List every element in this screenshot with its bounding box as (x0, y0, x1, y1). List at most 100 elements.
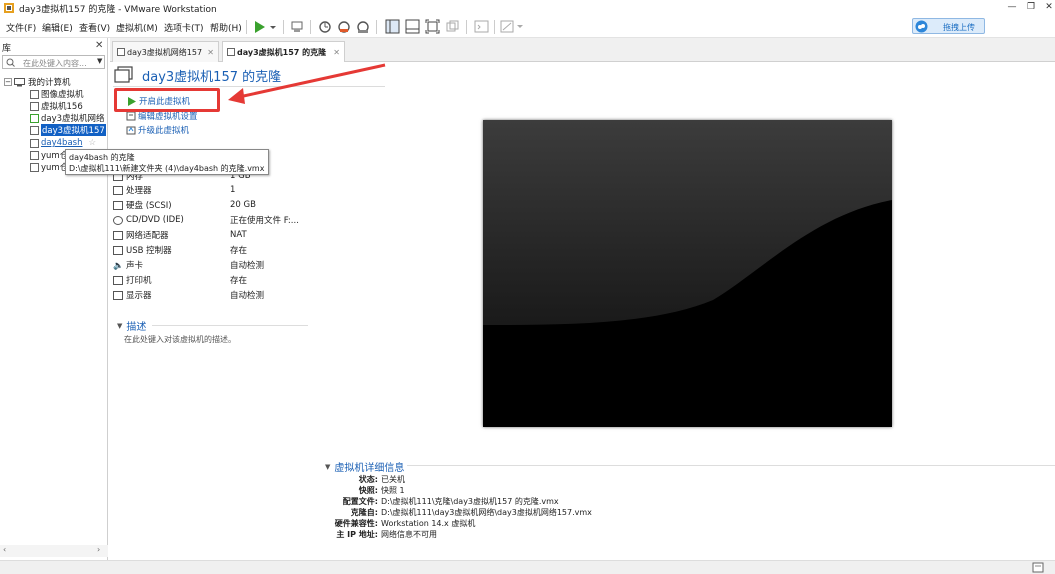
star-icon[interactable]: ☆ (88, 138, 96, 148)
annotation-arrow (228, 63, 386, 104)
tooltip-name: day4bash 的克隆 (69, 153, 135, 162)
tree-item-label: day3虚拟机157 (41, 124, 106, 136)
device-value: 存在 (230, 276, 248, 286)
cloud-icon (915, 20, 928, 33)
power-on-icon[interactable] (253, 20, 277, 34)
device-name: 声卡 (126, 261, 144, 271)
menu-help[interactable]: 帮助(H) (210, 21, 242, 34)
details-header[interactable]: ▼ 虚拟机详细信息 (325, 459, 405, 475)
device-row-cpu[interactable]: 处理器 1 (113, 183, 308, 197)
message-log-icon[interactable] (1032, 562, 1044, 573)
device-name: CD/DVD (IDE) (126, 215, 184, 225)
minimize-icon[interactable]: — (1003, 0, 1021, 14)
device-name: 网络适配器 (126, 231, 169, 241)
description-title: 描述 (126, 322, 147, 333)
send-ctrl-alt-del-icon[interactable] (290, 20, 304, 34)
network-icon (113, 230, 123, 240)
vm-preview[interactable] (483, 120, 892, 427)
tab-close-icon[interactable]: ✕ (207, 48, 214, 57)
device-value: 存在 (230, 246, 248, 256)
device-row-display[interactable]: 显示器 自动检测 (113, 288, 308, 302)
scroll-left-icon[interactable]: ‹ (3, 545, 6, 554)
snapshot-icon[interactable] (318, 20, 332, 34)
device-value: 1 (230, 185, 236, 195)
device-name: 显示器 (126, 291, 152, 301)
device-name: 硬盘 (SCSI) (126, 201, 172, 211)
device-row-usb[interactable]: USB 控制器 存在 (113, 243, 308, 257)
collapse-arrow-icon[interactable]: ▼ (325, 463, 330, 471)
tab-vm-network-157[interactable]: day3虚拟机网络157 ✕ (112, 41, 219, 62)
tree-item[interactable]: 虚拟机156 (30, 100, 83, 112)
usb-icon (113, 245, 123, 255)
device-name: USB 控制器 (126, 246, 172, 256)
library-scrollbar[interactable]: ‹ › (0, 545, 108, 557)
tree-item[interactable]: yum仓 (30, 161, 68, 173)
tree-item-selected[interactable]: day3虚拟机157 (30, 124, 108, 136)
tree-root[interactable]: − 我的计算机 (0, 76, 71, 88)
thumbnail-view-icon[interactable] (405, 19, 420, 34)
search-dropdown-icon[interactable]: ▼ (97, 57, 102, 65)
tab-label: day3虚拟机157 的克隆 (237, 47, 327, 57)
tab-label: day3虚拟机网络157 (127, 47, 203, 57)
tree-item[interactable]: 图像虚拟机 (30, 88, 84, 100)
details-title: 虚拟机详细信息 (334, 463, 405, 474)
snapshot-manager-icon[interactable] (356, 20, 370, 34)
device-row-disk[interactable]: 硬盘 (SCSI) 20 GB (113, 198, 308, 212)
menu-toolbar: 文件(F) 编辑(E) 查看(V) 虚拟机(M) 选项卡(T) 帮助(H) 拖拽… (0, 16, 1055, 38)
upgrade-link[interactable]: 升级此虚拟机 (126, 124, 189, 136)
device-value: 自动检测 (230, 261, 265, 271)
upload-button[interactable]: 拖拽上传 (912, 18, 985, 34)
device-row-cd[interactable]: CD/DVD (IDE) 正在使用文件 F:... (113, 213, 308, 227)
tree-item-label: day3虚拟机网络 (41, 114, 105, 124)
detail-ip: 主 IP 地址: 网络信息不可用 (336, 530, 437, 539)
device-row-printer[interactable]: 打印机 存在 (113, 273, 308, 287)
library-close-icon[interactable]: ✕ (95, 40, 103, 51)
vm-icon (30, 89, 39, 99)
unity-icon[interactable] (445, 19, 460, 34)
menu-vm[interactable]: 虚拟机(M) (116, 21, 158, 34)
vmware-logo-icon (4, 3, 14, 13)
description-text[interactable]: 在此处键入对该虚拟机的描述。 (124, 334, 236, 345)
revert-snapshot-icon[interactable] (337, 20, 351, 34)
vm-icon (227, 48, 235, 56)
stretch-guest-icon[interactable] (500, 19, 524, 34)
detail-cloned-from: 克隆自: D:\虚拟机111\day3虚拟机网络\day3虚拟机网络157.vmx (350, 508, 592, 517)
device-value: 20 GB (230, 200, 256, 210)
console-icon[interactable] (474, 19, 489, 34)
menu-edit[interactable]: 编辑(E) (42, 21, 73, 34)
fullscreen-icon[interactable] (425, 19, 440, 34)
disk-icon (113, 200, 123, 210)
device-row-network[interactable]: 网络适配器 NAT (113, 228, 308, 242)
description-header[interactable]: ▼ 描述 (117, 318, 147, 334)
toolbar-separator (246, 20, 247, 34)
close-window-icon[interactable]: ✕ (1040, 0, 1055, 14)
collapse-icon[interactable]: − (4, 78, 12, 86)
restore-icon[interactable]: ❐ (1022, 0, 1040, 14)
tree-item-label: 虚拟机156 (41, 102, 83, 112)
menu-file[interactable]: 文件(F) (6, 21, 36, 34)
cpu-icon (113, 185, 123, 195)
scroll-right-icon[interactable]: › (97, 545, 100, 554)
vm-icon (117, 48, 125, 56)
settings-icon (126, 111, 136, 121)
toolbar-separator (376, 20, 377, 34)
menu-tabs[interactable]: 选项卡(T) (164, 21, 204, 34)
divider (407, 465, 1055, 466)
collapse-arrow-icon[interactable]: ▼ (117, 322, 122, 330)
toolbar-separator (310, 20, 311, 34)
vm-clone-icon (30, 138, 39, 148)
menu-view[interactable]: 查看(V) (79, 21, 110, 34)
vm-icon (30, 162, 39, 172)
device-value: NAT (230, 230, 247, 240)
tree-item[interactable]: day3虚拟机网络 (30, 112, 108, 124)
library-search-input[interactable]: 在此处键入内容... ▼ (2, 55, 105, 69)
tab-close-icon[interactable]: ✕ (333, 48, 340, 57)
status-bar (0, 560, 1055, 574)
tree-item[interactable]: yum仓 (30, 149, 68, 161)
tree-item-hover[interactable]: day4bash ☆ (30, 137, 96, 149)
detail-snapshot: 快照: 快照 1 (358, 486, 405, 495)
library-view-icon[interactable] (385, 19, 400, 34)
search-placeholder: 在此处键入内容... (23, 59, 87, 68)
device-row-sound[interactable]: 🔈 声卡 自动检测 (113, 258, 308, 272)
tab-vm-clone[interactable]: day3虚拟机157 的克隆 ✕ (222, 41, 345, 62)
